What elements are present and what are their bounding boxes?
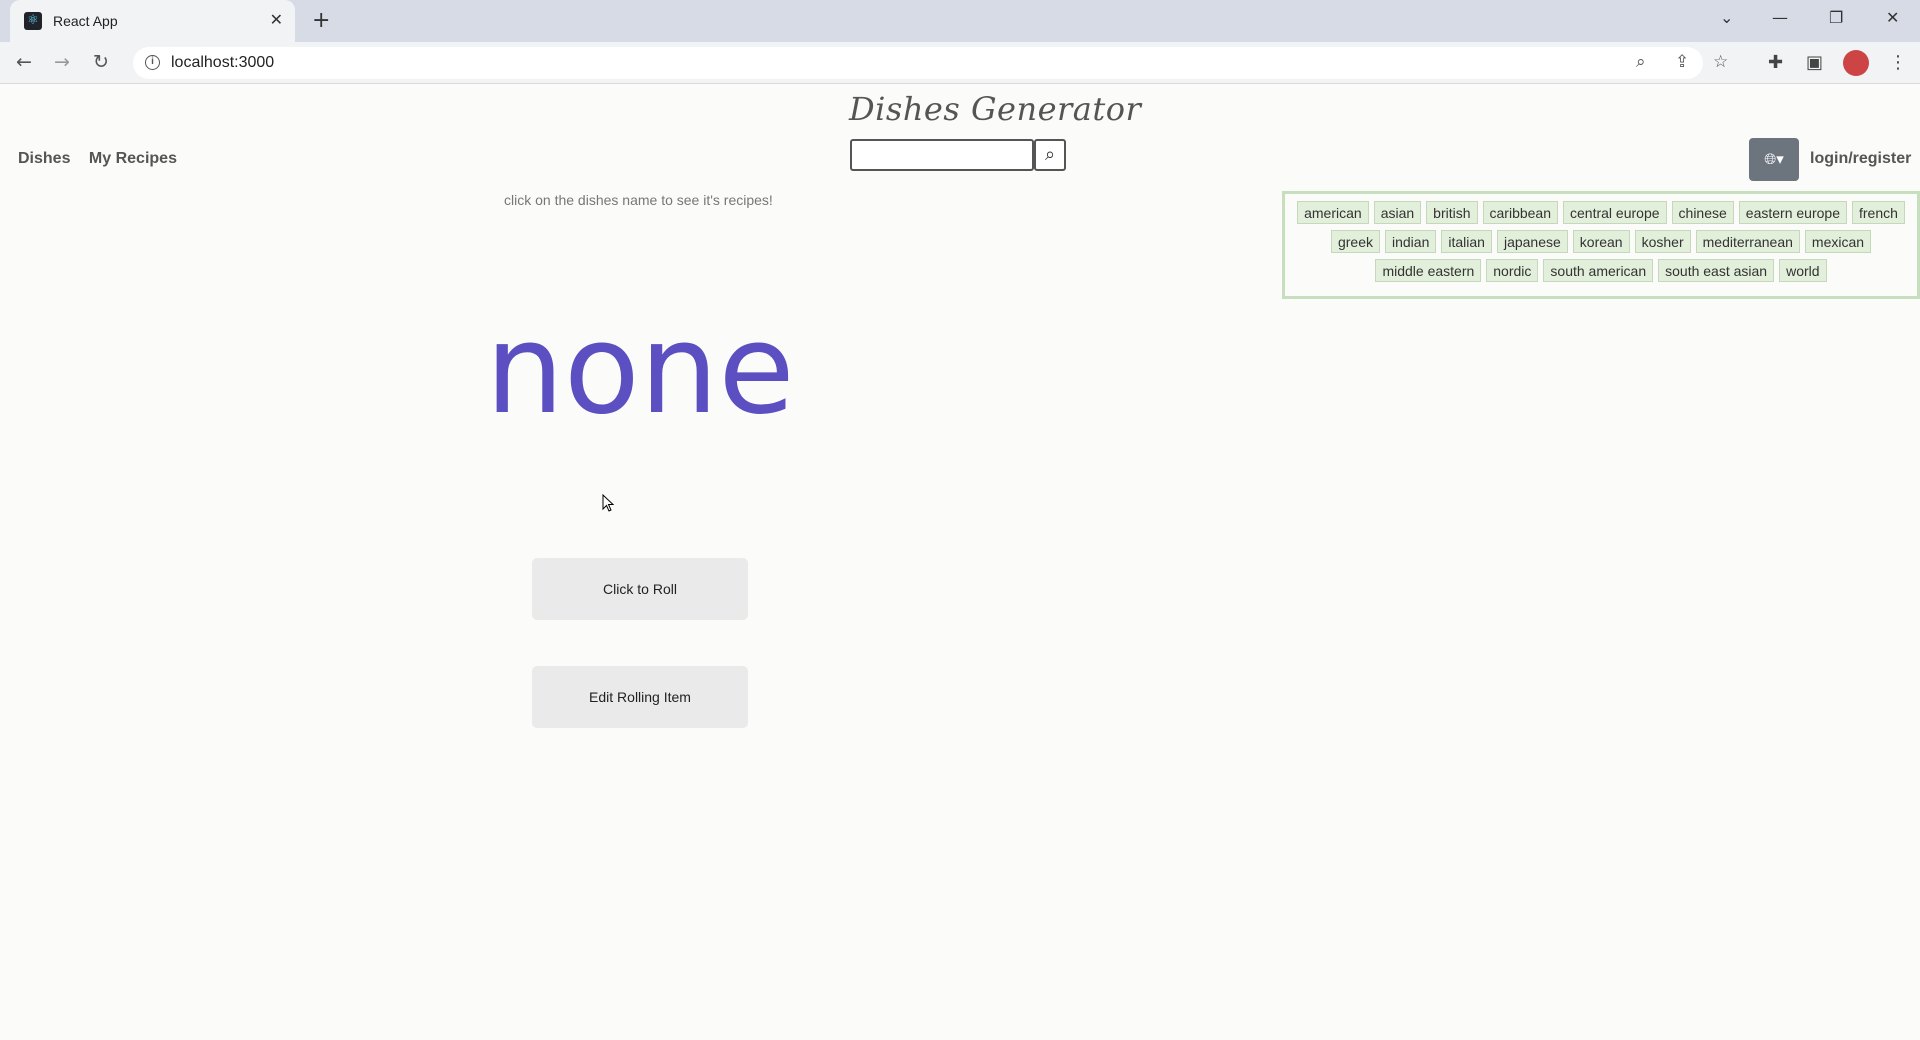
cuisine-chip[interactable]: eastern europe — [1738, 201, 1847, 224]
cuisine-chip[interactable]: japanese — [1496, 230, 1568, 253]
cuisine-chip[interactable]: caribbean — [1482, 201, 1559, 224]
tab-search-chevron-icon[interactable]: ⌄ — [1720, 8, 1733, 27]
cuisine-filter-panel: american asian british caribbean central eur… — [1282, 191, 1920, 299]
minimize-icon[interactable]: — — [1772, 8, 1788, 27]
cuisine-chip[interactable]: korean — [1572, 230, 1630, 253]
globe-icon: 🌐︎▾ — [1764, 150, 1784, 168]
cuisine-chip[interactable]: world — [1779, 259, 1827, 282]
bookmark-star-icon[interactable]: ☆ — [1713, 52, 1728, 72]
cuisine-chip[interactable]: greek — [1330, 230, 1380, 253]
search-icon: ⌕ — [1044, 144, 1056, 165]
window-close-icon[interactable]: ✕ — [1886, 8, 1899, 27]
mouse-cursor-icon — [602, 494, 615, 512]
login-register-link[interactable]: login/register — [1810, 150, 1911, 168]
cuisine-chip[interactable]: chinese — [1671, 201, 1734, 224]
side-panel-icon[interactable]: ▣ — [1806, 52, 1823, 73]
restore-icon[interactable]: ❐ — [1829, 8, 1843, 27]
roll-button[interactable]: Click to Roll — [532, 558, 748, 620]
zoom-icon[interactable]: ⌕ — [1636, 52, 1646, 72]
browser-toolbar: ← → ↻ i localhost:3000 ⌕ ⇪ ☆ ✚ ▣ ⋮ — [0, 42, 1920, 84]
cuisine-chip[interactable]: mediterranean — [1695, 230, 1800, 253]
search-button[interactable]: ⌕ — [1034, 139, 1066, 171]
cuisine-chip[interactable]: british — [1426, 201, 1478, 224]
new-tab-icon[interactable]: + — [312, 8, 330, 33]
cuisine-chip[interactable]: nordic — [1486, 259, 1539, 282]
reload-icon[interactable]: ↻ — [93, 51, 109, 73]
react-favicon-icon: ⚛ — [24, 12, 42, 30]
browser-tab[interactable]: ⚛ React App ✕ — [10, 0, 295, 42]
extensions-puzzle-icon[interactable]: ✚ — [1768, 52, 1783, 73]
cuisine-chip[interactable]: american — [1297, 201, 1369, 224]
cuisine-chip[interactable]: central europe — [1563, 201, 1667, 224]
profile-avatar[interactable] — [1843, 50, 1869, 76]
cuisine-chip[interactable]: asian — [1373, 201, 1422, 224]
dish-name-display[interactable]: none — [478, 285, 802, 455]
search-input[interactable] — [850, 139, 1034, 171]
share-icon[interactable]: ⇪ — [1675, 52, 1689, 72]
cuisine-chip[interactable]: mexican — [1804, 230, 1872, 253]
hint-text: click on the dishes name to see it's rec… — [504, 192, 773, 208]
address-bar[interactable]: i localhost:3000 ⌕ ⇪ ☆ — [133, 47, 1728, 79]
browser-tabbar: ⚛ React App ✕ + ⌄ — ❐ ✕ — [0, 0, 1920, 42]
url-text: localhost:3000 — [171, 54, 275, 71]
cuisine-chip[interactable]: south east asian — [1658, 259, 1775, 282]
nav-link-dishes[interactable]: Dishes — [18, 150, 70, 167]
nav-link-my-recipes[interactable]: My Recipes — [89, 150, 177, 167]
site-info-icon[interactable]: i — [145, 55, 160, 70]
cuisine-chip[interactable]: indian — [1384, 230, 1437, 253]
main-nav: Dishes My Recipes — [18, 150, 191, 168]
language-dropdown-button[interactable]: 🌐︎▾ — [1749, 138, 1799, 181]
browser-menu-icon[interactable]: ⋮ — [1889, 52, 1907, 73]
back-arrow-icon[interactable]: ← — [16, 51, 32, 73]
brand-title: Dishes Generator — [849, 90, 1142, 128]
edit-rolling-item-button[interactable]: Edit Rolling Item — [532, 666, 748, 728]
cuisine-chip[interactable]: middle eastern — [1375, 259, 1482, 282]
cuisine-chip[interactable]: italian — [1441, 230, 1492, 253]
tab-title: React App — [53, 13, 118, 29]
forward-arrow-icon[interactable]: → — [54, 51, 70, 73]
cuisine-chip[interactable]: french — [1851, 201, 1905, 224]
tab-close-icon[interactable]: ✕ — [270, 10, 283, 29]
cuisine-chip[interactable]: kosher — [1634, 230, 1691, 253]
cuisine-chip[interactable]: south american — [1543, 259, 1654, 282]
